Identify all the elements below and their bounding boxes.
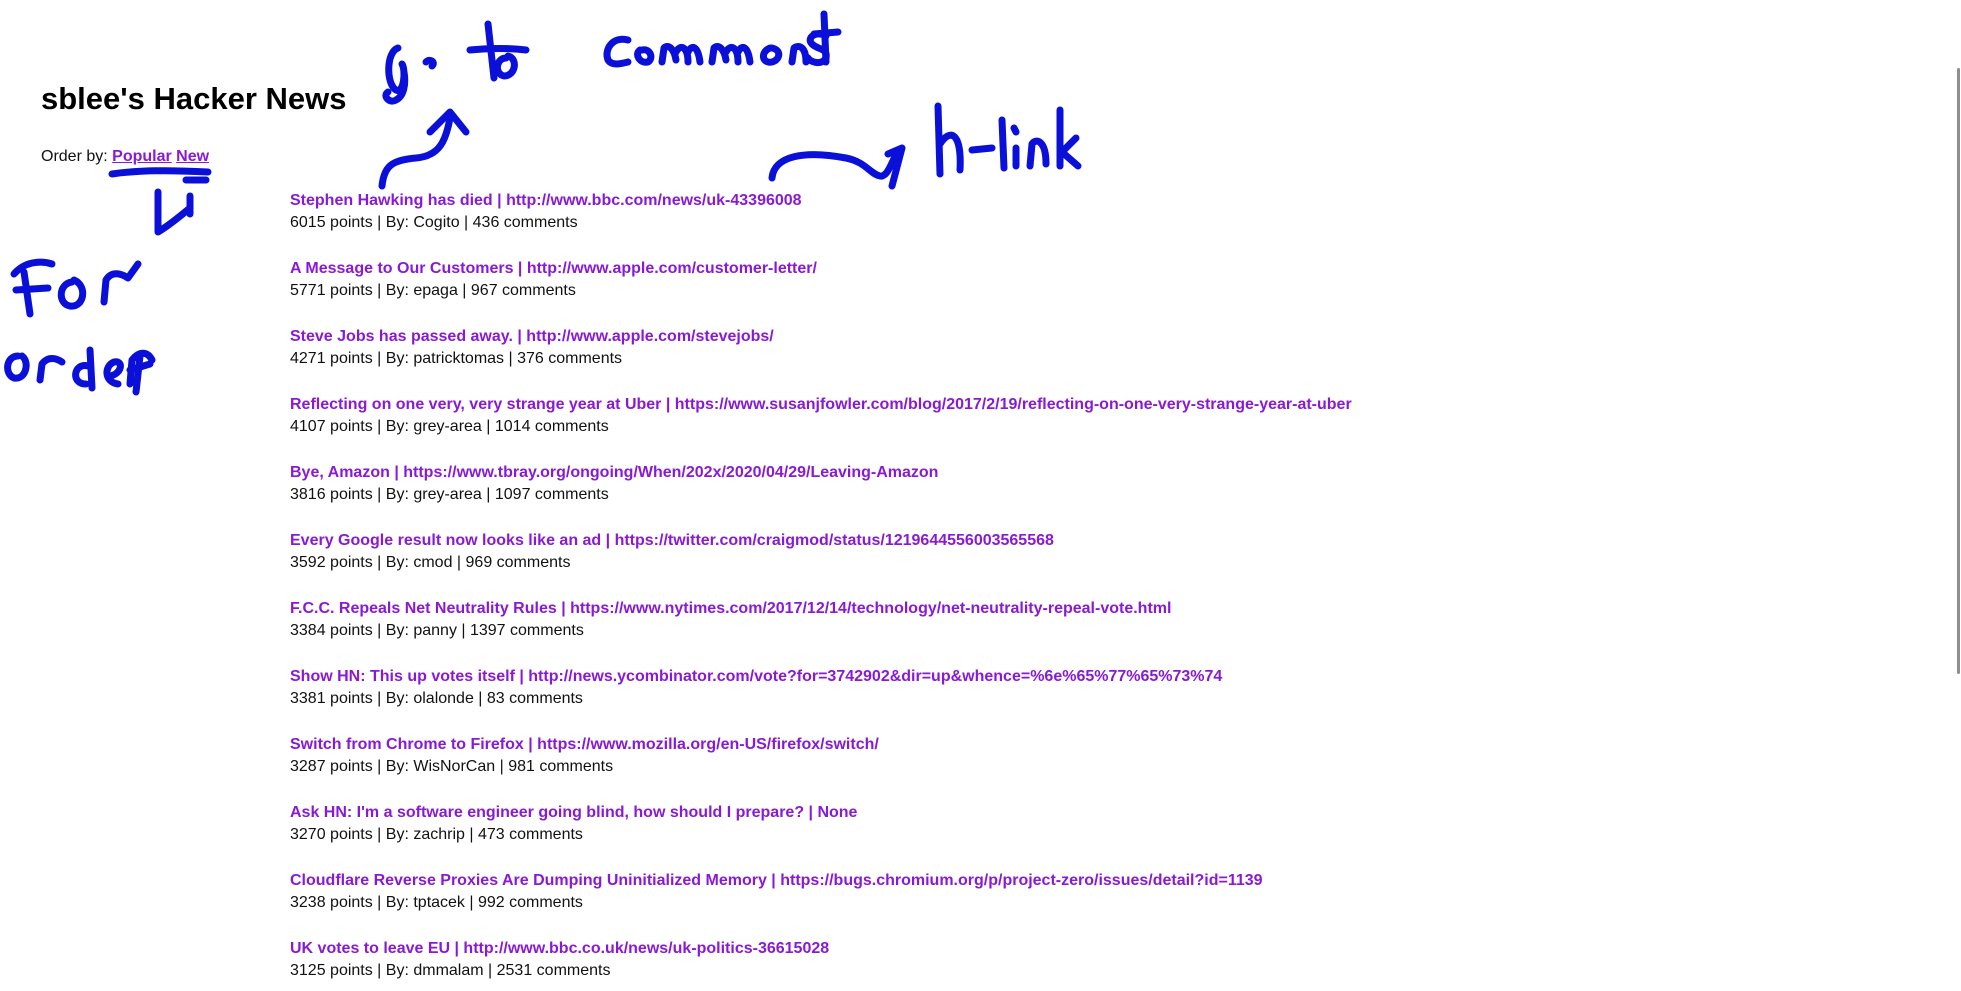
story-author: By: olalonde	[385, 690, 474, 707]
story-title-link[interactable]: Reflecting on one very, very strange yea…	[290, 394, 1352, 416]
story-item: Every Google result now looks like an ad…	[290, 530, 1352, 598]
annotation-arrow-down	[154, 188, 194, 236]
story-author: By: grey-area	[385, 486, 482, 503]
story-comments: 376 comments	[517, 350, 623, 367]
story-meta: 4107 points | By: grey-area | 1014 comme…	[290, 418, 609, 435]
story-title-link[interactable]: Every Google result now looks like an ad…	[290, 530, 1352, 552]
annotation-for-order	[4, 258, 156, 396]
annotation-underline-order	[108, 167, 212, 184]
story-points: 3270 points	[290, 826, 373, 843]
page-title: sblee's Hacker News	[41, 81, 347, 116]
story-meta: 5771 points | By: epaga | 967 comments	[290, 282, 576, 299]
story-item: Bye, Amazon | https://www.tbray.org/ongo…	[290, 462, 1352, 530]
story-points: 3381 points	[290, 690, 373, 707]
story-points: 3238 points	[290, 894, 373, 911]
story-title-link[interactable]: UK votes to leave EU | http://www.bbc.co…	[290, 938, 1352, 960]
story-points: 3125 points	[290, 962, 373, 979]
story-author: By: Cogito	[385, 214, 460, 231]
story-comments: 992 comments	[477, 894, 583, 911]
story-comments: 969 comments	[465, 554, 571, 571]
order-by-label: Order by:	[41, 148, 108, 165]
story-item: Steve Jobs has passed away. | http://www…	[290, 326, 1352, 394]
story-author: By: dmmalam	[385, 962, 484, 979]
story-comments: 83 comments	[486, 690, 583, 707]
story-comments: 2531 comments	[496, 962, 611, 979]
order-new-link[interactable]: New	[176, 148, 209, 165]
story-meta: 3381 points | By: olalonde | 83 comments	[290, 690, 583, 707]
scrollbar-thumb[interactable]	[1957, 68, 1960, 674]
story-points: 3816 points	[290, 486, 373, 503]
story-author: By: WisNorCan	[385, 758, 496, 775]
story-author: By: panny	[385, 622, 457, 639]
story-item: Show HN: This up votes itself | http://n…	[290, 666, 1352, 734]
story-comments: 981 comments	[508, 758, 614, 775]
story-meta: 3287 points | By: WisNorCan | 981 commen…	[290, 758, 614, 775]
story-comments: 473 comments	[477, 826, 583, 843]
story-comments: 1014 comments	[494, 418, 609, 435]
story-item: Ask HN: I'm a software engineer going bl…	[290, 802, 1352, 870]
story-meta: 6015 points | By: Cogito | 436 comments	[290, 214, 578, 231]
story-item: Reflecting on one very, very strange yea…	[290, 394, 1352, 462]
story-meta: 3125 points | By: dmmalam | 2531 comment…	[290, 962, 611, 979]
story-item: F.C.C. Repeals Net Neutrality Rules | ht…	[290, 598, 1352, 666]
story-comments: 1097 comments	[494, 486, 609, 503]
story-title-link[interactable]: Switch from Chrome to Firefox | https://…	[290, 734, 1352, 756]
story-title-link[interactable]: Cloudflare Reverse Proxies Are Dumping U…	[290, 870, 1352, 892]
story-comments: 967 comments	[470, 282, 576, 299]
story-list: Stephen Hawking has died | http://www.bb…	[290, 190, 1352, 991]
story-meta: 3592 points | By: cmod | 969 comments	[290, 554, 571, 571]
story-meta: 3238 points | By: tptacek | 992 comments	[290, 894, 583, 911]
story-author: By: tptacek	[385, 894, 465, 911]
story-item: Switch from Chrome to Firefox | https://…	[290, 734, 1352, 802]
story-points: 3287 points	[290, 758, 373, 775]
story-title-link[interactable]: Stephen Hawking has died | http://www.bb…	[290, 190, 1352, 212]
story-title-link[interactable]: F.C.C. Repeals Net Neutrality Rules | ht…	[290, 598, 1352, 620]
story-comments: 436 comments	[472, 214, 578, 231]
story-points: 4107 points	[290, 418, 373, 435]
story-title-link[interactable]: A Message to Our Customers | http://www.…	[290, 258, 1352, 280]
story-points: 4271 points	[290, 350, 373, 367]
story-points: 3384 points	[290, 622, 373, 639]
annotation-h-link	[934, 102, 1082, 178]
story-item: A Message to Our Customers | http://www.…	[290, 258, 1352, 326]
story-title-link[interactable]: Bye, Amazon | https://www.tbray.org/ongo…	[290, 462, 1352, 484]
order-popular-link[interactable]: Popular	[112, 148, 172, 165]
annotation-go-to-comments	[382, 10, 842, 105]
story-points: 5771 points	[290, 282, 373, 299]
order-by-row: Order by: Popular New	[41, 147, 209, 167]
story-meta: 3384 points | By: panny | 1397 comments	[290, 622, 584, 639]
story-title-link[interactable]: Show HN: This up votes itself | http://n…	[290, 666, 1352, 688]
story-title-link[interactable]: Ask HN: I'm a software engineer going bl…	[290, 802, 1352, 824]
story-author: By: grey-area	[385, 418, 482, 435]
page: sblee's Hacker News Order by: Popular Ne…	[0, 0, 1961, 991]
story-meta: 4271 points | By: patricktomas | 376 com…	[290, 350, 623, 367]
story-comments: 1397 comments	[469, 622, 584, 639]
annotation-squiggle-arrow	[768, 144, 906, 190]
story-title-link[interactable]: Steve Jobs has passed away. | http://www…	[290, 326, 1352, 348]
story-item: Stephen Hawking has died | http://www.bb…	[290, 190, 1352, 258]
scrollbar[interactable]	[1955, 0, 1961, 991]
story-item: UK votes to leave EU | http://www.bbc.co…	[290, 938, 1352, 991]
story-author: By: patricktomas	[385, 350, 505, 367]
story-item: Cloudflare Reverse Proxies Are Dumping U…	[290, 870, 1352, 938]
story-points: 3592 points	[290, 554, 373, 571]
story-author: By: epaga	[385, 282, 458, 299]
story-author: By: zachrip	[385, 826, 465, 843]
story-points: 6015 points	[290, 214, 373, 231]
story-meta: 3270 points | By: zachrip | 473 comments	[290, 826, 583, 843]
story-meta: 3816 points | By: grey-area | 1097 comme…	[290, 486, 609, 503]
annotation-curved-arrow-up	[378, 108, 470, 190]
story-author: By: cmod	[385, 554, 453, 571]
